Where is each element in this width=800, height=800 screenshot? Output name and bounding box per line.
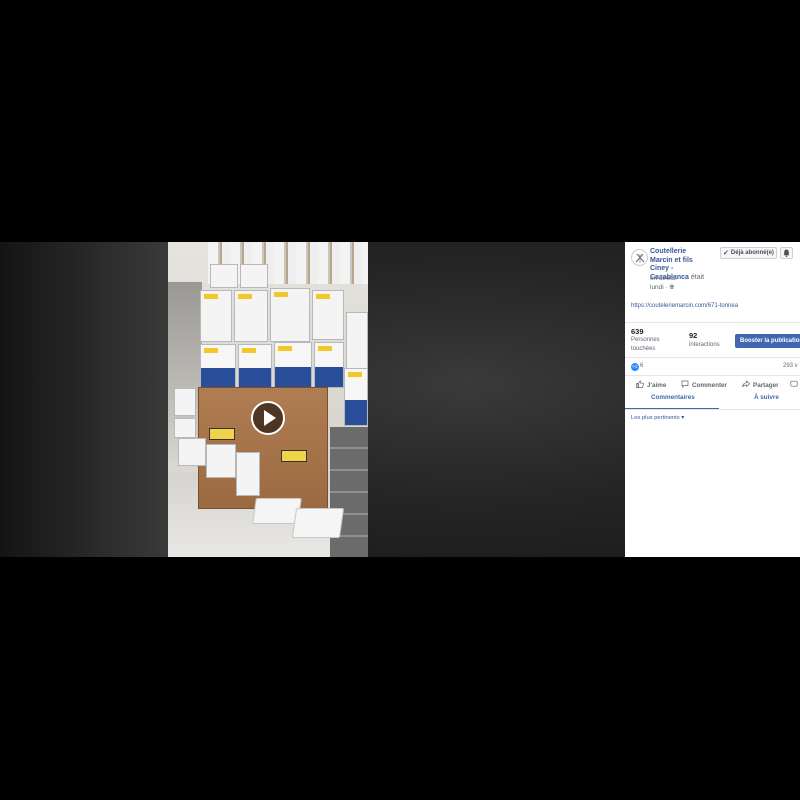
product-box [210, 264, 238, 288]
share-button[interactable]: Partager [742, 380, 779, 390]
reach-label-line: touchées [631, 345, 656, 352]
comment-button[interactable]: Commenter [681, 380, 727, 390]
like-button[interactable]: J'aime [636, 380, 666, 390]
divider [625, 409, 800, 410]
video-frame[interactable] [168, 242, 368, 557]
play-button[interactable] [251, 401, 285, 435]
interactions-value: 92 [689, 331, 698, 340]
interactions-label: interactions [689, 342, 720, 348]
like-count[interactable]: 6 [640, 363, 643, 369]
product-box [344, 368, 368, 426]
page-name-line: Ciney - [650, 265, 674, 273]
post-time-row: lundi · 🌐︎ [650, 284, 720, 293]
product-box [178, 438, 206, 466]
product-box [200, 344, 236, 388]
divider [625, 322, 800, 323]
product-box [200, 290, 232, 342]
knives-logo-icon [635, 253, 644, 263]
product-box [234, 290, 268, 342]
separator: · [665, 283, 668, 291]
reach-label-line: Personnes [631, 337, 660, 343]
post-panel: Coutellerie Marcin et fils Ciney - Casab… [625, 242, 800, 557]
product-box [240, 264, 268, 288]
like-reaction-icon[interactable]: 👍︎ [631, 363, 639, 371]
globe-icon: 🌐︎ [669, 284, 675, 291]
checkmark-icon: ✓ [723, 250, 729, 257]
comment-icon [681, 380, 689, 390]
post-status: en direct. [650, 275, 677, 282]
tab-follow[interactable]: À suivre [754, 394, 779, 401]
product-box [274, 342, 312, 388]
product-box [236, 452, 260, 496]
notifications-button[interactable] [780, 247, 793, 259]
divider [625, 357, 800, 358]
product-box [312, 290, 344, 340]
comment-sort-dropdown[interactable]: Les plus pertinents ▾ [631, 415, 684, 421]
page-name-line: Marcin et fils [650, 256, 693, 264]
play-icon [264, 410, 276, 426]
post-time[interactable]: lundi [650, 284, 664, 291]
floor-box [291, 508, 345, 538]
comment-label: Commenter [692, 381, 727, 389]
more-options-button[interactable] [790, 380, 800, 390]
like-label: J'aime [647, 381, 667, 389]
page-avatar[interactable] [631, 249, 648, 266]
product-box [346, 312, 368, 372]
reach-value: 639 [631, 327, 644, 336]
product-box [314, 342, 344, 388]
product-box [174, 388, 196, 416]
thumbs-up-icon [636, 380, 644, 390]
bell-icon [783, 249, 790, 257]
divider [625, 375, 800, 376]
subscribed-label: Déjà abonné(e) [730, 250, 774, 256]
post-link[interactable]: https://couteleriemarcin.com/671-tonnea [631, 303, 738, 309]
views-count: 293 v [783, 363, 798, 369]
product-box [270, 288, 310, 342]
reach-label: Personnes touchées [631, 336, 660, 353]
chat-bubble-icon [790, 380, 798, 390]
boost-post-button[interactable]: Booster la publication [735, 334, 800, 348]
product-box [206, 444, 236, 478]
tab-comments[interactable]: Commentaires [651, 394, 695, 401]
post-meta: en direct. lundi · 🌐︎ [650, 275, 720, 292]
product-box [238, 344, 272, 388]
page-name-line: Coutellerie [650, 248, 687, 255]
subscribed-button[interactable]: ✓ Déjà abonné(e) [720, 247, 777, 259]
share-icon [742, 380, 751, 390]
product-box [174, 418, 196, 438]
share-label: Partager [753, 381, 779, 389]
video-backdrop [0, 242, 170, 557]
